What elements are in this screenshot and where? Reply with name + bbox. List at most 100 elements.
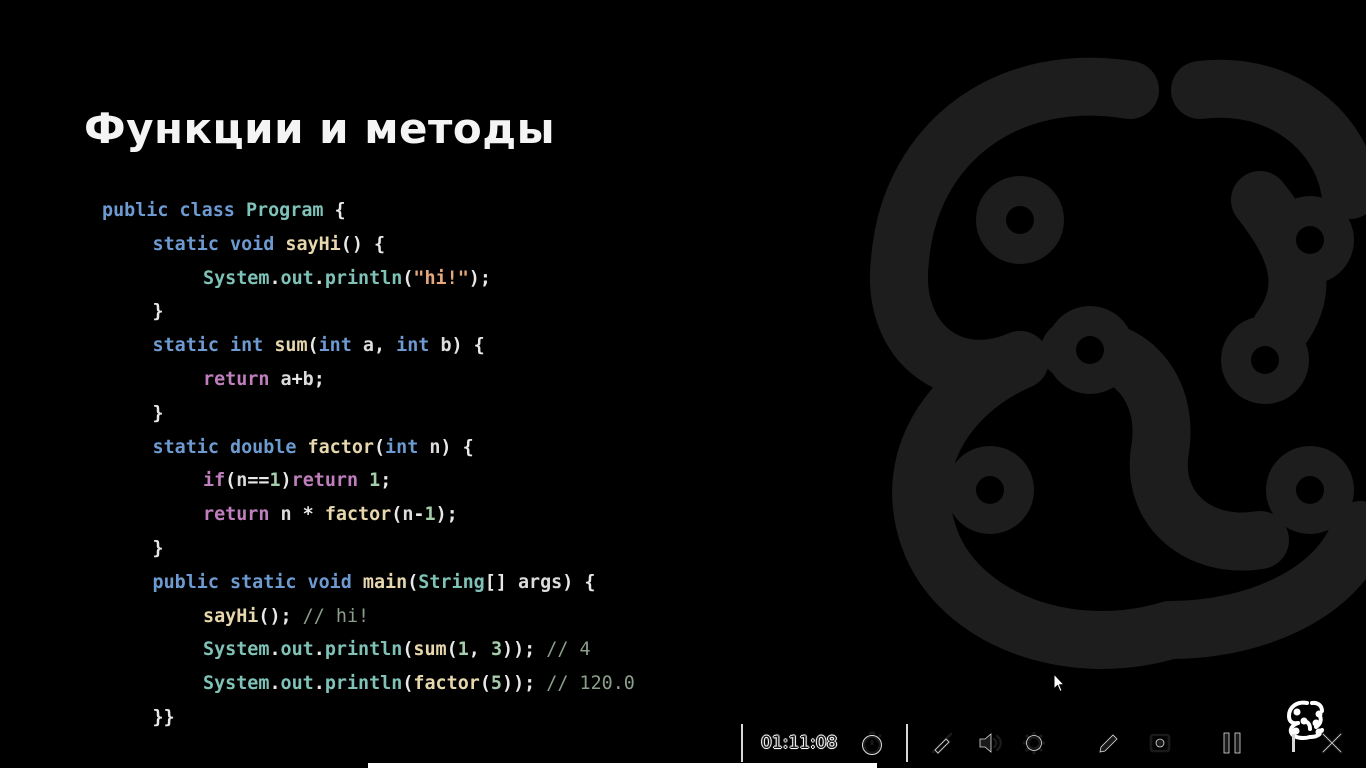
- code-token: out: [280, 673, 314, 695]
- code-token: n: [236, 470, 248, 492]
- code-token: .: [269, 639, 281, 661]
- toolbar-divider: [906, 724, 908, 762]
- code-token: (: [446, 639, 458, 661]
- settings-icon[interactable]: [1021, 730, 1047, 756]
- code-line: System.out.println(sum(1, 3)); // 4: [102, 633, 635, 667]
- code-token: ==: [247, 470, 270, 492]
- code-token: ));: [502, 673, 536, 695]
- code-token: );: [468, 267, 491, 289]
- brand-watermark-logo: [869, 57, 1366, 669]
- code-token: -: [413, 504, 425, 526]
- code-token: ,: [373, 335, 397, 357]
- code-token: sayHi: [285, 233, 341, 255]
- code-token: public: [152, 571, 219, 593]
- code-token: int: [230, 335, 264, 357]
- mouse-cursor-icon: [1053, 673, 1065, 693]
- code-token: println: [324, 267, 403, 289]
- code-token: static: [152, 233, 219, 255]
- slide-title: Функции и методы: [84, 104, 556, 153]
- code-token: n: [280, 504, 292, 526]
- code-token: 1: [369, 470, 381, 492]
- code-token: sayHi: [203, 605, 259, 627]
- code-token: System: [203, 639, 270, 661]
- pencil-icon[interactable]: [1096, 730, 1122, 756]
- code-token: .: [313, 267, 325, 289]
- code-token: void: [230, 233, 275, 255]
- code-token: );: [435, 504, 458, 526]
- code-token: sum: [413, 639, 447, 661]
- toolbar-divider: [741, 724, 743, 762]
- code-token: return: [291, 470, 359, 492]
- record-icon[interactable]: [1147, 730, 1173, 756]
- code-token: a: [280, 368, 292, 390]
- pen-muted-icon[interactable]: [929, 730, 955, 756]
- code-line: }}: [102, 701, 635, 735]
- code-token: *: [291, 504, 325, 526]
- pause-icon[interactable]: [1219, 730, 1245, 756]
- code-line: return a+b;: [102, 363, 635, 397]
- close-icon[interactable]: [1319, 730, 1345, 756]
- code-token: (: [407, 571, 419, 593]
- code-token: factor: [413, 673, 480, 695]
- code-token: }}: [152, 706, 175, 728]
- code-token: ));: [502, 639, 536, 661]
- code-token: if: [203, 470, 226, 492]
- code-token: ;: [380, 470, 392, 492]
- code-line: }: [102, 397, 635, 431]
- code-token: }: [152, 402, 164, 424]
- code-token: // 4: [535, 639, 591, 661]
- code-token: int: [396, 335, 430, 357]
- volume-icon[interactable]: [977, 730, 1003, 756]
- code-token: 1: [424, 504, 436, 526]
- code-token: int: [318, 335, 352, 357]
- code-line: sayHi(); // hi!: [102, 600, 635, 634]
- code-token: ) {: [451, 335, 485, 357]
- code-token: .: [269, 673, 281, 695]
- timer-icon[interactable]: [859, 730, 885, 756]
- code-token: 1: [269, 470, 281, 492]
- code-token: public: [102, 200, 169, 221]
- presentation-slide: Функции и методы public class Program {s…: [0, 0, 1366, 768]
- code-token: {: [323, 200, 346, 221]
- code-token: String: [418, 571, 485, 593]
- code-token: return: [203, 368, 270, 390]
- code-token: +: [291, 368, 303, 390]
- code-token: (: [402, 673, 414, 695]
- code-token: out: [280, 267, 314, 289]
- code-token: out: [280, 639, 314, 661]
- code-token: (: [391, 504, 403, 526]
- code-token: static: [230, 571, 297, 593]
- code-token: (: [307, 335, 319, 357]
- code-line: static double factor(int n) {: [102, 431, 635, 465]
- code-token: factor: [324, 504, 392, 526]
- code-line: }: [102, 295, 635, 329]
- code-token: b: [302, 368, 314, 390]
- code-token: a: [362, 335, 374, 357]
- code-token: ();: [258, 605, 303, 627]
- code-token: double: [230, 436, 297, 458]
- code-token: main: [362, 571, 408, 593]
- code-token: int: [385, 436, 419, 458]
- video-progress-strip[interactable]: [368, 763, 877, 768]
- code-token: System: [203, 267, 270, 289]
- code-token: ;: [313, 368, 325, 390]
- code-token: n: [429, 436, 441, 458]
- elapsed-time: 01:11:08: [761, 733, 838, 753]
- code-line: public static void main(String[] args) {: [102, 566, 635, 600]
- code-token: 1: [457, 639, 469, 661]
- code-token: System: [203, 673, 270, 695]
- code-token: (: [373, 436, 386, 458]
- code-token: }: [152, 301, 164, 323]
- code-line: System.out.println("hi!");: [102, 262, 635, 296]
